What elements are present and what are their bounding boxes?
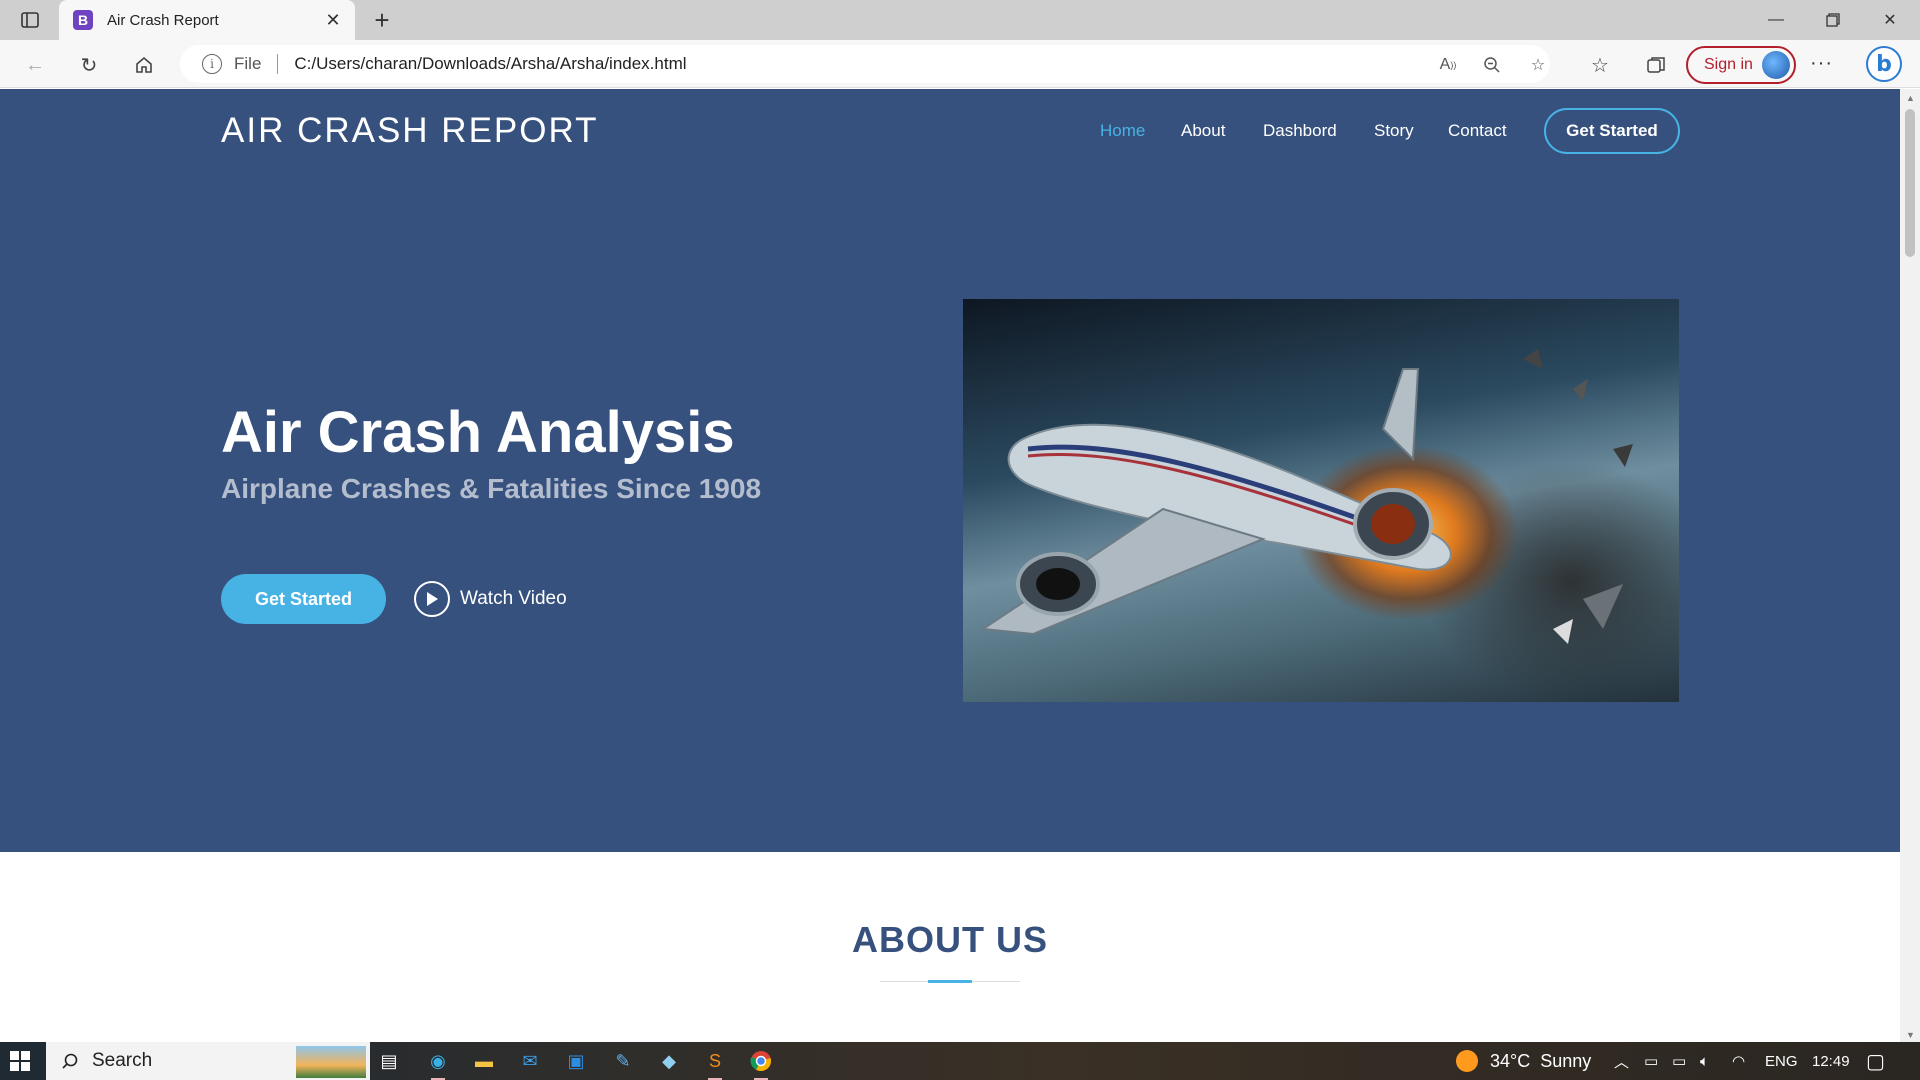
page-viewport: AIR CRASH REPORT Home About Dashbord Sto…	[0, 89, 1900, 1042]
minimize-icon[interactable]: —	[1756, 6, 1796, 34]
close-tab-icon[interactable]: ✕	[321, 8, 345, 32]
notes-app-icon[interactable]: ◆	[654, 1046, 684, 1076]
url-separator	[277, 54, 279, 74]
new-tab-icon[interactable]: +	[368, 5, 396, 35]
search-highlight-image	[296, 1046, 366, 1078]
url-bar[interactable]: i File C:/Users/charan/Downloads/Arsha/A…	[180, 45, 1550, 83]
bing-icon[interactable]: b	[1866, 46, 1902, 82]
close-window-icon[interactable]: ✕	[1870, 6, 1910, 34]
restore-icon[interactable]	[1813, 6, 1853, 34]
add-favorite-icon[interactable]: ☆	[1526, 53, 1550, 77]
edge-browser-icon[interactable]: ◉	[423, 1046, 453, 1080]
scroll-thumb[interactable]	[1905, 109, 1915, 257]
sign-in-label: Sign in	[1704, 56, 1753, 73]
more-options-icon[interactable]: ···	[1810, 52, 1833, 75]
tray-chevron-icon[interactable]: ︿	[1614, 1042, 1629, 1080]
scroll-up-icon[interactable]: ▲	[1906, 93, 1915, 103]
hero-section: AIR CRASH REPORT Home About Dashbord Sto…	[0, 89, 1900, 852]
site-logo[interactable]: AIR CRASH REPORT	[221, 111, 599, 151]
info-icon[interactable]: i	[202, 54, 222, 74]
search-icon	[60, 1051, 80, 1071]
page-scrollbar[interactable]: ▲ ▼	[1900, 89, 1920, 1042]
tab-actions-icon[interactable]	[18, 8, 42, 32]
nav-dashbord[interactable]: Dashbord	[1263, 111, 1337, 151]
weather-label: 34°C Sunny	[1490, 1050, 1592, 1071]
title-divider-accent	[928, 980, 972, 983]
language-indicator[interactable]: ENG	[1765, 1042, 1798, 1080]
zoom-out-icon[interactable]	[1480, 53, 1504, 77]
nav-story[interactable]: Story	[1374, 111, 1414, 151]
volume-icon[interactable]: 🔈︎	[1700, 1042, 1709, 1080]
refresh-icon[interactable]: ↻	[74, 50, 104, 80]
search-label: Search	[92, 1050, 153, 1071]
sign-in-button[interactable]: Sign in	[1686, 46, 1796, 84]
scroll-down-icon[interactable]: ▼	[1906, 1030, 1915, 1040]
collections-icon[interactable]	[1641, 50, 1671, 80]
watch-video-link[interactable]: Watch Video	[414, 579, 567, 619]
tab-title: Air Crash Report	[107, 11, 219, 29]
meet-icon[interactable]: ▭	[1644, 1042, 1658, 1080]
url-text[interactable]: C:/Users/charan/Downloads/Arsha/Arsha/in…	[294, 54, 686, 74]
tab-bar: B Air Crash Report ✕ + — ✕	[0, 0, 1920, 40]
favorites-icon[interactable]: ☆	[1585, 50, 1615, 80]
wifi-icon[interactable]: ◠	[1732, 1042, 1745, 1080]
pen-app-icon[interactable]: ✎	[608, 1046, 638, 1076]
nav-get-started-button[interactable]: Get Started	[1544, 108, 1680, 154]
avatar	[1762, 51, 1790, 79]
notifications-icon[interactable]: ▢	[1866, 1042, 1885, 1080]
nav-contact[interactable]: Contact	[1448, 111, 1507, 151]
favicon-icon: B	[73, 10, 93, 30]
url-scheme-label: File	[234, 54, 262, 73]
read-aloud-icon[interactable]: A))	[1436, 53, 1460, 77]
nav-about[interactable]: About	[1181, 111, 1225, 151]
hero-crash-image	[963, 299, 1679, 702]
sublime-text-icon[interactable]: S	[700, 1046, 730, 1080]
home-icon[interactable]	[129, 50, 159, 80]
weather-widget[interactable]: 34°C Sunny	[1456, 1042, 1591, 1080]
sun-icon	[1456, 1050, 1478, 1072]
address-toolbar: ← ↻ i File C:/Users/charan/Downloads/Ars…	[0, 40, 1920, 88]
chrome-icon[interactable]	[746, 1046, 776, 1080]
play-icon	[414, 581, 450, 617]
windows-start-icon[interactable]	[10, 1051, 30, 1071]
hero-subtitle: Airplane Crashes & Fatalities Since 1908	[221, 473, 762, 504]
browser-tab[interactable]: B Air Crash Report ✕	[59, 0, 355, 40]
watch-video-label: Watch Video	[460, 588, 567, 609]
store-icon[interactable]: ▣	[561, 1046, 591, 1076]
about-section-title: ABOUT US	[852, 919, 1048, 960]
hero-title: Air Crash Analysis	[221, 400, 735, 465]
battery-icon[interactable]: ▭	[1672, 1042, 1686, 1080]
nav-home[interactable]: Home	[1100, 111, 1145, 151]
back-icon[interactable]: ←	[20, 50, 50, 80]
task-view-icon[interactable]: ▤	[374, 1046, 404, 1076]
taskbar: Search ▤ ◉ ▬ ✉ ▣ ✎ ◆ S 34°C Sunny ︿ ▭ ▭ …	[0, 1042, 1920, 1080]
hero-get-started-button[interactable]: Get Started	[221, 574, 386, 624]
mail-icon[interactable]: ✉	[515, 1046, 545, 1076]
file-explorer-icon[interactable]: ▬	[469, 1046, 499, 1076]
taskbar-search[interactable]: Search	[46, 1042, 370, 1080]
clock[interactable]: 12:49	[1812, 1042, 1850, 1080]
